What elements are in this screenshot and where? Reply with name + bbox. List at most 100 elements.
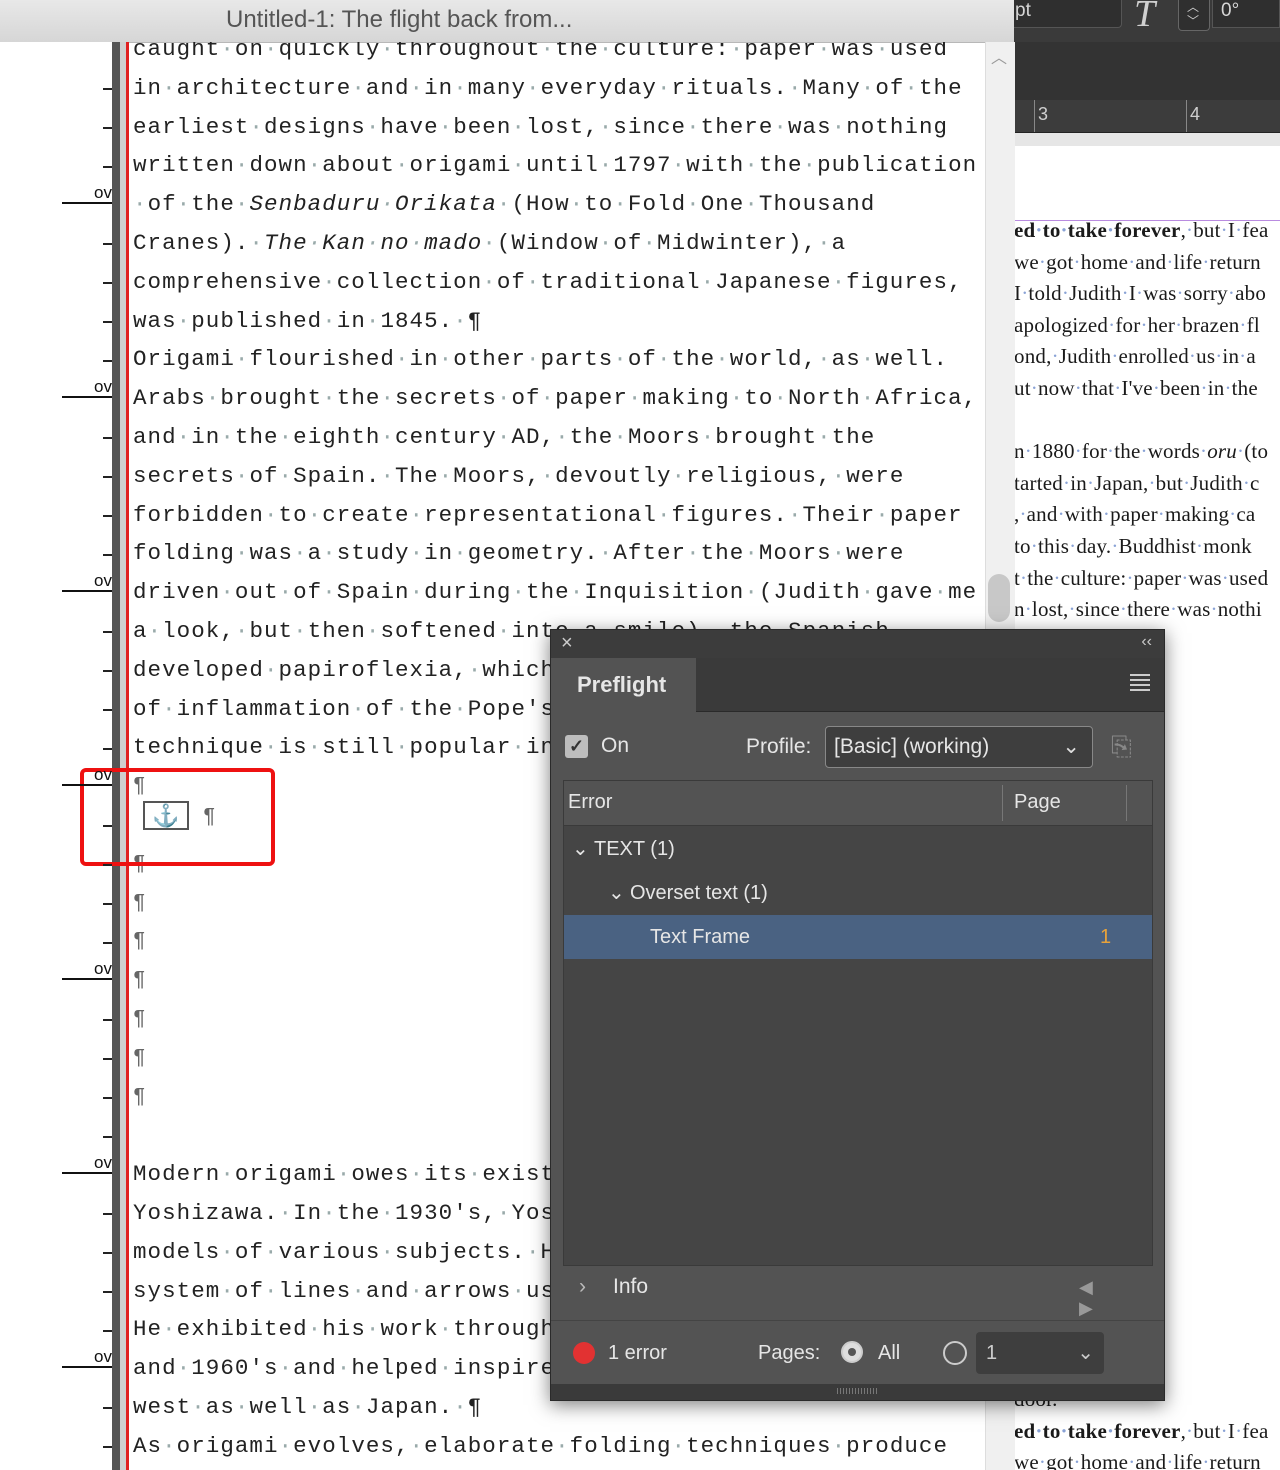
tab-preflight[interactable]: Preflight <box>551 658 696 712</box>
tree-row-label: Overset text (1) <box>630 882 768 904</box>
tree-row-text[interactable]: ⌄ TEXT (1) <box>564 827 1152 871</box>
error-count: 1 error <box>608 1342 667 1364</box>
page-text-line: ut·now·that·I've·been·in·the <box>1014 376 1258 400</box>
document-tab-strip <box>1014 42 1280 100</box>
scrollbar-thumb[interactable] <box>988 574 1010 622</box>
define-profiles-icon[interactable]: ⎘ <box>1111 731 1143 763</box>
story-line: He·exhibited·his·work·through <box>133 1316 556 1343</box>
pilcrow-mark: ¶ <box>133 969 146 993</box>
line-tick <box>103 1096 112 1099</box>
line-tick <box>103 708 112 711</box>
column-error[interactable]: Error <box>568 791 612 814</box>
collapse-icon[interactable]: ‹‹ <box>1141 633 1152 651</box>
line-tick <box>103 514 112 517</box>
story-line: Modern·origami·owes·its·exist <box>133 1161 556 1188</box>
angle-stepper[interactable]: ︿ ﹀ <box>1178 0 1210 31</box>
info-nav-arrows[interactable]: ◀ ▶ <box>1079 1277 1164 1319</box>
tree-row-text-frame[interactable]: Text Frame 1 <box>564 915 1152 959</box>
on-label: On <box>601 734 630 757</box>
page-text-line: I·told·Judith·I·was·sorry·abo <box>1014 281 1267 306</box>
story-line: of·inflammation·of·the·Pope's <box>133 695 556 722</box>
horizontal-ruler[interactable]: 3 4 <box>1014 100 1280 133</box>
chevron-down-icon[interactable]: ⌄ <box>608 871 625 915</box>
line-tick <box>103 88 112 90</box>
title-bar[interactable]: Untitled-1: The flight back from... <box>0 0 1014 43</box>
story-line: Origami·flourished·in·other·parts·of·the… <box>133 346 949 373</box>
panel-footer: 1 error Pages: All 1 ⌄ <box>551 1320 1164 1385</box>
font-size-field[interactable]: pt <box>1000 0 1122 28</box>
story-line: earliest·designs·have·been·lost,·since·t… <box>133 113 949 140</box>
pages-range-value: 1 <box>986 1342 998 1364</box>
story-gutter <box>112 42 120 1470</box>
line-tick <box>103 1058 112 1060</box>
panel-tab-bar: Preflight <box>551 658 1164 712</box>
line-tick <box>103 243 112 246</box>
line-tick <box>103 825 112 828</box>
line-tick <box>103 476 112 478</box>
close-icon[interactable]: × <box>561 632 573 655</box>
skew-icon: T <box>1134 0 1156 35</box>
page-text-line: ed·to·take·forever,·but·I·fea <box>1014 1418 1269 1443</box>
pages-range-select[interactable]: 1 ⌄ <box>976 1332 1104 1374</box>
story-line: Arabs·brought·the·secrets·of·paper·makin… <box>133 385 978 412</box>
page-text-line: n·1880·for·the·words·oru·(to <box>1014 439 1269 464</box>
chevron-down-icon: ⌄ <box>1062 735 1080 758</box>
page-text-line: ,·and·with·paper·making·ca <box>1014 502 1256 527</box>
pages-range-radio[interactable] <box>943 1341 967 1365</box>
story-line: forbidden·to·create·representational·fig… <box>133 501 963 528</box>
profile-value: [Basic] (working) <box>834 735 990 758</box>
line-tick <box>103 1329 112 1332</box>
story-line: folding·was·a·study·in·geometry.·After·t… <box>133 540 905 567</box>
story-line: ·of·the·Senbaduru·Orikata·(How·to·Fold·O… <box>133 191 876 218</box>
line-tick <box>103 864 112 866</box>
overset-line-marker: ov <box>62 960 112 981</box>
tree-row-label: TEXT (1) <box>594 838 675 860</box>
preflight-on-checkbox[interactable]: ✓ <box>565 735 588 758</box>
overset-line-marker: ov <box>62 1348 112 1369</box>
profile-select[interactable]: [Basic] (working) ⌄ <box>825 726 1093 768</box>
story-line: in·architecture·and·in·many·everyday·rit… <box>133 74 963 101</box>
window-title: Untitled-1: The flight back from... <box>226 6 573 33</box>
line-tick <box>103 1407 112 1410</box>
story-line: west·as·well·as·Japan.·¶ <box>133 1394 483 1420</box>
column-page[interactable]: Page <box>1014 791 1061 814</box>
skew-angle-field[interactable]: 0° <box>1212 0 1280 28</box>
error-page-link[interactable]: 1 <box>1100 915 1111 959</box>
line-tick <box>103 631 112 634</box>
story-line: and·1960's·and·helped·inspire <box>133 1355 556 1382</box>
pilcrow-mark: ¶ <box>133 1085 146 1109</box>
line-tick <box>103 941 112 944</box>
scroll-up-icon[interactable]: ︿ <box>991 44 1007 68</box>
line-tick <box>103 1019 112 1022</box>
stepper-down-icon[interactable]: ﹀ <box>1187 12 1199 29</box>
story-line: developed·papiroflexia,·which <box>133 656 556 683</box>
story-line: was·published·in·1845.·¶ <box>133 307 483 334</box>
preflight-panel: × ‹‹ Preflight ✓ On Profile: [Basic] (wo… <box>550 629 1165 1401</box>
column-divider <box>1126 785 1127 821</box>
panel-resize-grip[interactable] <box>551 1384 1164 1400</box>
line-tick <box>103 747 112 750</box>
pages-all-radio[interactable] <box>841 1341 863 1363</box>
panel-menu-icon[interactable] <box>1130 674 1150 694</box>
ruler-tick <box>1034 100 1035 132</box>
ruler-mark-label: 4 <box>1190 104 1201 124</box>
error-list: Error Page ⌄ TEXT (1) ⌄ Overset text (1)… <box>563 780 1153 1266</box>
chevron-right-icon[interactable]: › <box>579 1275 586 1299</box>
overset-marker-line <box>126 42 129 1470</box>
line-tick <box>103 902 112 905</box>
line-tick <box>103 1213 112 1216</box>
story-line: secrets·of·Spain.·The·Moors,·devoutly·re… <box>133 462 905 489</box>
story-line: and·in·the·eighth·century·AD,·the·Moors·… <box>133 424 876 450</box>
pilcrow-mark: ¶ <box>133 930 146 954</box>
pilcrow-mark: ¶ <box>133 1008 146 1031</box>
page-text-line: to·this·day.·Buddhist·monk <box>1014 534 1252 558</box>
line-tick <box>103 670 112 672</box>
line-tick <box>103 320 112 323</box>
profile-label: Profile: <box>746 735 812 758</box>
chevron-down-icon[interactable]: ⌄ <box>572 827 589 871</box>
story-line: As·origami·evolves,·elaborate·folding·te… <box>133 1432 949 1459</box>
overset-line-marker: ov <box>62 766 112 787</box>
panel-header[interactable]: × ‹‹ <box>551 630 1164 658</box>
story-line: Yoshizawa.·In·the·1930's,·Yos <box>133 1200 556 1226</box>
tree-row-overset[interactable]: ⌄ Overset text (1) <box>564 871 1152 915</box>
